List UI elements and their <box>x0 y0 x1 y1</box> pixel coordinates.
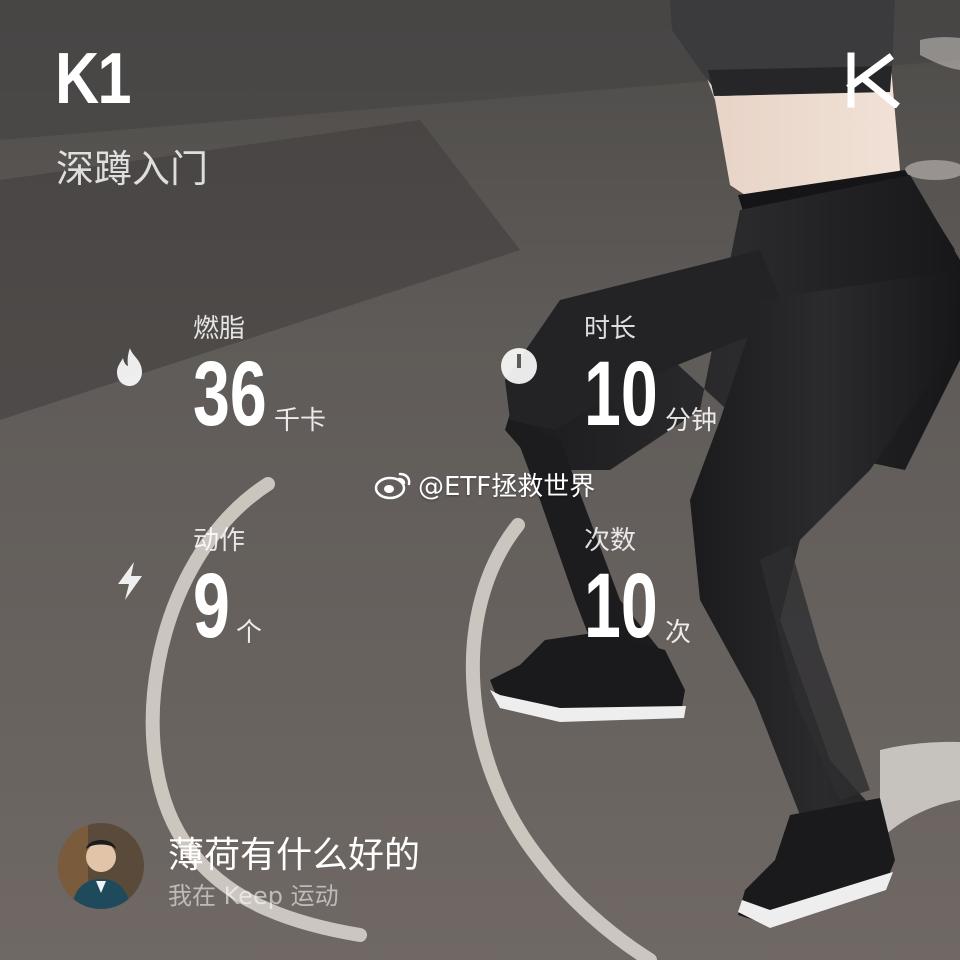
avatar[interactable] <box>58 823 144 909</box>
actions-unit: 个 <box>236 618 263 648</box>
user-name: 薄荷有什么好的 <box>168 835 421 876</box>
calories-value: 36 <box>193 343 267 445</box>
reps-label: 次数 <box>584 526 637 556</box>
reps-unit: 次 <box>665 618 692 648</box>
lightning-icon <box>118 562 142 600</box>
weibo-watermark: @ETF拯救世界 <box>374 466 595 503</box>
weibo-icon <box>374 472 411 499</box>
duration-label: 时长 <box>584 314 637 344</box>
level-badge: K1 <box>55 39 132 119</box>
keep-k-logo-icon <box>846 52 900 108</box>
actions-label: 动作 <box>193 526 246 556</box>
duration-unit: 分钟 <box>665 406 718 436</box>
timer-icon <box>501 348 537 384</box>
calories-label: 燃脂 <box>193 314 246 344</box>
user-subtitle: 我在 Keep 运动 <box>168 882 339 910</box>
reps-value: 10 <box>584 555 658 657</box>
duration-value: 10 <box>584 343 658 445</box>
flame-icon <box>117 348 142 386</box>
calories-unit: 千卡 <box>274 406 327 436</box>
actions-value: 9 <box>193 555 230 657</box>
watermark-text: @ETF拯救世界 <box>418 472 596 502</box>
course-title: 深蹲入门 <box>56 147 209 191</box>
